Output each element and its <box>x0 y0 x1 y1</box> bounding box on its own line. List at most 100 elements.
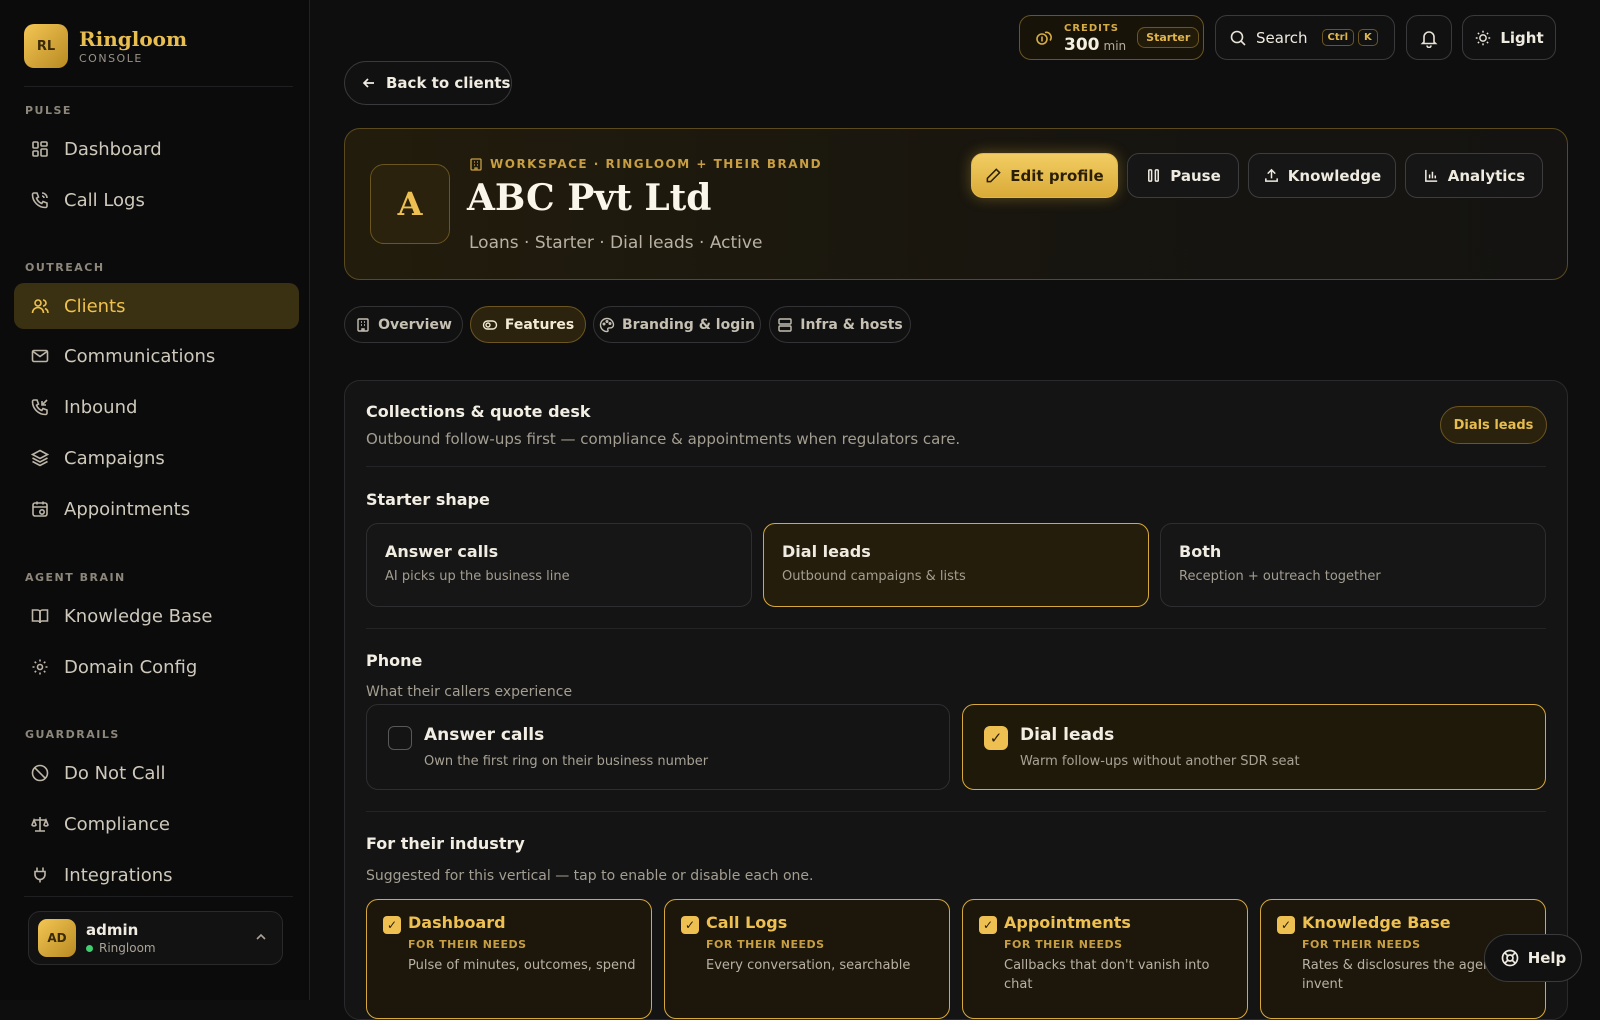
shape-option-dial-leads[interactable]: Dial leads Outbound campaigns & lists <box>763 523 1149 607</box>
tab-label: Infra & hosts <box>800 316 903 333</box>
checkbox-checked[interactable]: ✓ <box>984 726 1008 750</box>
edit-profile-button[interactable]: Edit profile <box>971 153 1118 198</box>
pencil-icon <box>986 168 1002 183</box>
divider <box>366 628 1546 629</box>
search-button[interactable]: Search Ctrl K <box>1215 15 1395 60</box>
section-title-guardrails: GUARDRAILS <box>25 728 120 741</box>
phone-option-dial-leads[interactable]: ✓ Dial leads Warm follow-ups without ano… <box>962 704 1546 790</box>
back-to-clients-button[interactable]: Back to clients <box>344 61 512 105</box>
option-title: Both <box>1179 542 1222 561</box>
divider <box>24 896 293 897</box>
sidebar-item-inbound[interactable]: Inbound <box>14 384 299 430</box>
feature-card-call-logs[interactable]: ✓ Call Logs FOR THEIR NEEDS Every conver… <box>664 899 950 1019</box>
tab-label: Overview <box>378 316 452 333</box>
sidebar-item-dashboard[interactable]: Dashboard <box>14 126 299 172</box>
card-desc: Pulse of minutes, outcomes, spend <box>408 958 636 973</box>
sidebar: RL Ringloom CONSOLE PULSE Dashboard Call… <box>0 0 310 1000</box>
tab-overview[interactable]: Overview <box>344 306 463 343</box>
panel-subtitle: Outbound follow-ups first — compliance &… <box>366 430 961 448</box>
sidebar-item-communications[interactable]: Communications <box>14 333 299 379</box>
pause-icon <box>1148 169 1160 182</box>
sidebar-item-label: Compliance <box>64 813 170 835</box>
shape-option-answer-calls[interactable]: Answer calls AI picks up the business li… <box>366 523 752 607</box>
mode-badge[interactable]: Dials leads <box>1440 406 1547 444</box>
sidebar-item-label: Clients <box>64 295 126 317</box>
sidebar-item-label: Communications <box>64 345 216 367</box>
option-desc: AI picks up the business line <box>385 569 570 584</box>
plug-icon <box>34 867 46 883</box>
option-desc: Outbound campaigns & lists <box>782 569 966 584</box>
arrow-left-icon <box>362 78 374 88</box>
feature-card-dashboard[interactable]: ✓ Dashboard FOR THEIR NEEDS Pulse of min… <box>366 899 652 1019</box>
sidebar-item-knowledge-base[interactable]: Knowledge Base <box>14 593 299 639</box>
users-icon <box>31 299 49 314</box>
sidebar-item-integrations[interactable]: Integrations <box>14 852 299 898</box>
feature-card-appointments[interactable]: ✓ Appointments FOR THEIR NEEDS Callbacks… <box>962 899 1248 1019</box>
notifications-button[interactable] <box>1406 15 1452 60</box>
phone-incoming-icon <box>31 399 48 416</box>
tab-branding-login[interactable]: Branding & login <box>593 306 761 343</box>
toggle-icon <box>482 319 498 330</box>
calendar-icon <box>32 501 48 517</box>
pause-button[interactable]: Pause <box>1127 153 1239 198</box>
card-desc: Every conversation, searchable <box>706 958 911 973</box>
sidebar-item-do-not-call[interactable]: Do Not Call <box>14 750 299 796</box>
section-title-agent-brain: AGENT BRAIN <box>25 571 126 584</box>
phone-subtitle: What their callers experience <box>366 684 573 700</box>
option-desc: Warm follow-ups without another SDR seat <box>1020 754 1300 769</box>
bell-icon <box>1420 30 1438 48</box>
ban-icon <box>31 764 49 782</box>
phone-title: Phone <box>366 651 423 670</box>
sidebar-item-call-logs[interactable]: Call Logs <box>14 177 299 223</box>
gear-icon <box>32 659 48 675</box>
checkbox-checked[interactable]: ✓ <box>979 916 997 934</box>
sidebar-item-clients[interactable]: Clients <box>14 283 299 329</box>
starter-shape-title: Starter shape <box>366 490 490 509</box>
option-title: Dial leads <box>782 542 871 561</box>
pause-label: Pause <box>1170 166 1221 185</box>
tab-features[interactable]: Features <box>470 306 586 343</box>
checkbox[interactable] <box>388 726 412 750</box>
sidebar-item-appointments[interactable]: Appointments <box>14 486 299 532</box>
chevron-up-icon <box>256 933 266 940</box>
brand-name: Ringloom <box>79 26 188 51</box>
card-kicker: FOR THEIR NEEDS <box>1302 938 1421 951</box>
workspace-label: WORKSPACE · RINGLOOM + THEIR BRAND <box>469 157 822 171</box>
tab-infra-hosts[interactable]: Infra & hosts <box>769 306 911 343</box>
checkbox-checked[interactable]: ✓ <box>1277 916 1295 934</box>
analytics-label: Analytics <box>1447 166 1526 185</box>
back-label: Back to clients <box>386 74 511 92</box>
user-org: Ringloom <box>99 941 156 955</box>
phone-icon <box>31 192 48 209</box>
grid-icon <box>32 141 48 157</box>
server-icon <box>778 317 792 332</box>
sidebar-item-domain-config[interactable]: Domain Config <box>14 644 299 690</box>
brand-logo: RL <box>24 24 68 68</box>
option-title: Answer calls <box>385 542 499 561</box>
sidebar-item-label: Campaigns <box>64 447 165 469</box>
help-button[interactable]: Help <box>1484 934 1582 982</box>
divider <box>366 466 1546 467</box>
card-kicker: FOR THEIR NEEDS <box>408 938 527 951</box>
search-icon <box>1230 30 1246 46</box>
brand[interactable]: RL Ringloom CONSOLE <box>24 24 187 68</box>
sidebar-item-campaigns[interactable]: Campaigns <box>14 435 299 481</box>
theme-toggle[interactable]: Light <box>1462 15 1556 60</box>
shape-option-both[interactable]: Both Reception + outreach together <box>1160 523 1546 607</box>
analytics-button[interactable]: Analytics <box>1405 153 1543 198</box>
sidebar-item-label: Dashboard <box>64 138 162 160</box>
user-menu[interactable]: AD admin Ringloom <box>28 911 283 965</box>
tab-label: Features <box>504 316 575 333</box>
user-name: admin <box>86 921 139 939</box>
sidebar-item-compliance[interactable]: Compliance <box>14 801 299 847</box>
bar-chart-icon <box>1424 169 1437 182</box>
sidebar-item-label: Domain Config <box>64 656 198 678</box>
credits-badge[interactable]: CREDITS 300 min Starter <box>1019 15 1204 60</box>
lifebuoy-icon <box>1501 949 1519 967</box>
phone-option-answer-calls[interactable]: Answer calls Own the first ring on their… <box>366 704 950 790</box>
help-label: Help <box>1527 949 1567 967</box>
credits-unit: min <box>1103 39 1127 53</box>
knowledge-button[interactable]: Knowledge <box>1248 153 1396 198</box>
checkbox-checked[interactable]: ✓ <box>681 916 699 934</box>
checkbox-checked[interactable]: ✓ <box>383 916 401 934</box>
